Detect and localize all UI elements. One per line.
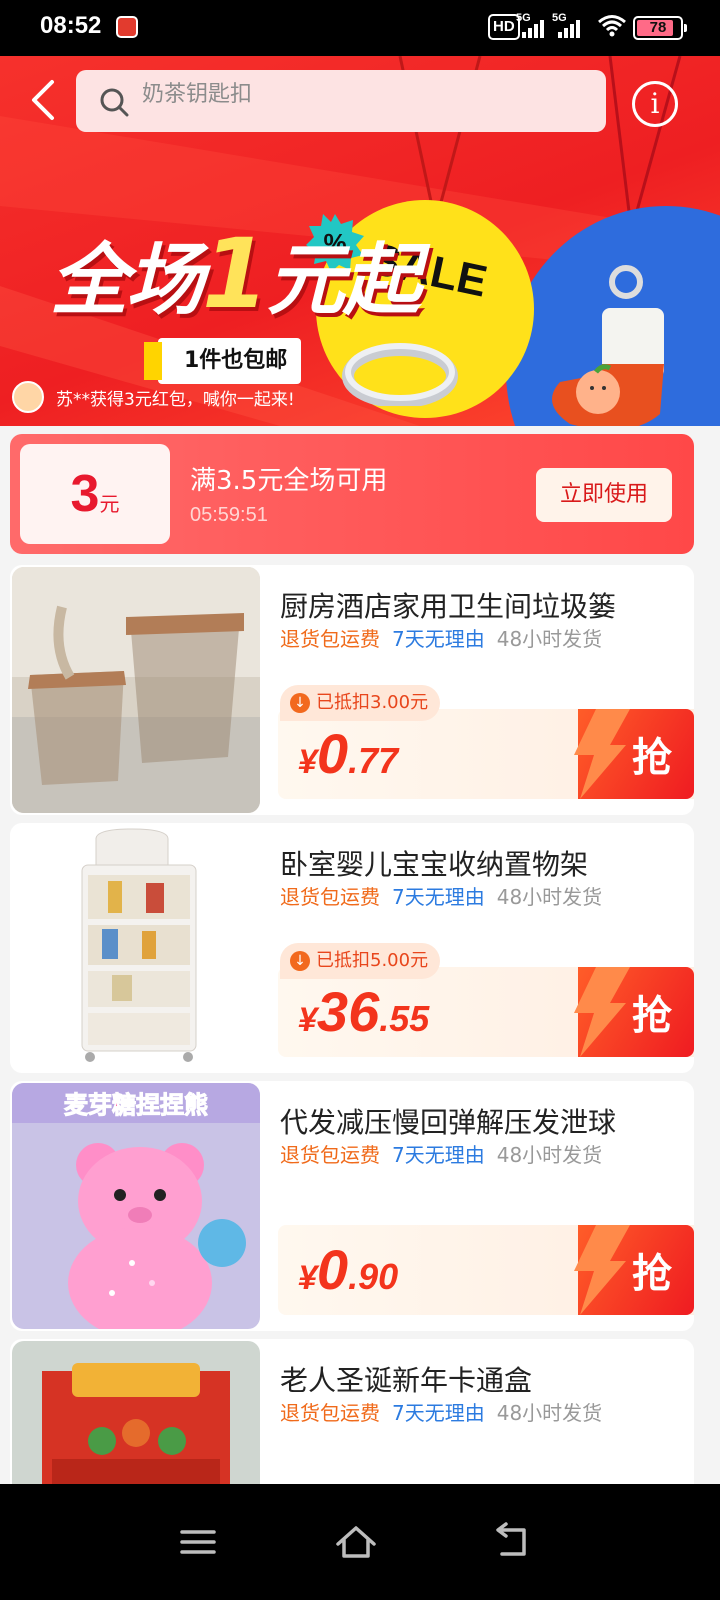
battery-icon: 78 [633, 16, 687, 40]
product-image-storage-rack[interactable] [12, 825, 260, 1071]
price-bar: ¥0.77 抢 [278, 709, 694, 799]
product-title: 代发减压慢回弹解压发泄球 [280, 1106, 617, 1139]
search-icon [100, 88, 129, 117]
lightning-icon [574, 1225, 630, 1315]
status-time: 08:52 [40, 12, 102, 39]
price-currency: ¥ [298, 743, 317, 781]
hd-voice-icon: HD [488, 14, 520, 40]
product-card[interactable]: 厨房酒店家用卫生间垃圾篓 退货包运费 7天无理由 48小时发货 ¥0.77 抢 … [10, 565, 694, 815]
product-card[interactable]: 老人圣诞新年卡通盒 退货包运费 7天无理由 48小时发货 [10, 1339, 694, 1484]
coupon-unit: 元 [99, 492, 120, 516]
back-icon[interactable] [490, 1520, 534, 1564]
info-icon[interactable]: i [632, 81, 678, 127]
coupon-value: 3元 [20, 444, 170, 544]
banner-headline: 全场1元起 [50, 218, 421, 330]
deduction-text: 已抵扣3.00元 [316, 692, 429, 713]
product-title: 厨房酒店家用卫生间垃圾篓 [280, 590, 617, 623]
price-currency: ¥ [298, 1259, 317, 1297]
coupon-amount: 3 [70, 465, 100, 523]
grab-button-label: 抢 [632, 993, 672, 1039]
battery-level: 78 [649, 19, 667, 36]
product-price: ¥0.90 [298, 1237, 398, 1302]
price-bar: ¥36.55 抢 [278, 967, 694, 1057]
notice-text: 苏**获得3元红包，喊你一起来! [56, 389, 295, 410]
price-bar: ¥0.90 抢 [278, 1225, 694, 1315]
lightning-icon [574, 967, 630, 1057]
tag-ship-48h: 48小时发货 [496, 627, 603, 651]
signal-2-label: 5G [552, 12, 567, 24]
recent-apps-icon[interactable] [176, 1520, 220, 1564]
service-tags: 退货包运费 7天无理由 48小时发货 [280, 623, 602, 652]
tag-return-shipping: 退货包运费 [280, 1143, 380, 1167]
price-decimal: .55 [379, 998, 430, 1039]
signal-2-icon: 5G [552, 12, 586, 40]
product-title: 卧室婴儿宝宝收纳置物架 [280, 848, 589, 881]
price-decimal: .77 [348, 740, 399, 781]
product-title: 老人圣诞新年卡通盒 [280, 1364, 533, 1397]
headline-big-number: 1 [202, 218, 269, 330]
tag-seven-days: 7天无理由 [392, 1143, 485, 1167]
price-integer: 0 [316, 1238, 349, 1301]
product-image-trash-bins[interactable] [12, 567, 260, 813]
signal-1-label: 5G [516, 12, 531, 24]
coupon-card[interactable]: 3元 满3.5元全场可用 05:59:51 立即使用 [10, 434, 694, 554]
product-image-gift-box[interactable] [12, 1341, 260, 1484]
notification-app-icon [116, 16, 138, 38]
home-icon[interactable] [334, 1520, 378, 1564]
tag-seven-days: 7天无理由 [392, 1401, 485, 1425]
product-price: ¥0.77 [298, 721, 398, 786]
product-card[interactable]: 麦芽糖捏捏熊 代发减压慢回弹解压发泄球 退货包运费 7天无理由 48小时发货 ¥… [10, 1081, 694, 1331]
hero-banner[interactable]: % SALE 全场1元起 1件也包邮 苏**获得3元红包，喊你一起来! 奶茶钥匙… [0, 56, 720, 426]
system-navigation-bar [0, 1484, 720, 1600]
service-tags: 退货包运费 7天无理由 48小时发货 [280, 881, 602, 910]
coupon-condition: 满3.5元全场可用 [190, 466, 388, 496]
arrow-down-icon: ↓ [290, 693, 310, 713]
tag-seven-days: 7天无理由 [392, 885, 485, 909]
grab-button[interactable]: 抢 [574, 1225, 694, 1315]
price-integer: 0 [316, 722, 349, 785]
arrow-down-icon: ↓ [290, 951, 310, 971]
tag-seven-days: 7天无理由 [392, 627, 485, 651]
status-bar: 08:52 HD 5G 5G 78 [0, 0, 720, 56]
sock-product-image [552, 265, 664, 426]
tag-ship-48h: 48小时发货 [496, 1401, 603, 1425]
notice-avatar [12, 381, 44, 413]
tag-return-shipping: 退货包运费 [280, 1401, 380, 1425]
headline-part1: 全场 [50, 236, 204, 326]
tag-return-shipping: 退货包运费 [280, 885, 380, 909]
ring-product-image [342, 343, 458, 406]
price-currency: ¥ [298, 1001, 317, 1039]
lightning-icon [574, 709, 630, 799]
service-tags: 退货包运费 7天无理由 48小时发货 [280, 1139, 602, 1168]
tag-ship-48h: 48小时发货 [496, 885, 603, 909]
headline-part2: 元起 [266, 236, 421, 326]
grab-button[interactable]: 抢 [574, 967, 694, 1057]
grab-button-label: 抢 [632, 1251, 672, 1297]
product-image-squishy-bear[interactable]: 麦芽糖捏捏熊 [12, 1083, 260, 1329]
product-card[interactable]: 卧室婴儿宝宝收纳置物架 退货包运费 7天无理由 48小时发货 ¥36.55 抢 … [10, 823, 694, 1073]
image-caption: 麦芽糖捏捏熊 [64, 1091, 208, 1119]
wifi-icon [598, 15, 626, 37]
price-decimal: .90 [348, 1256, 399, 1297]
back-arrow-icon[interactable] [22, 76, 66, 124]
coupon-countdown: 05:59:51 [190, 504, 268, 526]
product-price: ¥36.55 [298, 979, 429, 1044]
deduction-badge: ↓ 已抵扣5.00元 [280, 943, 441, 979]
grab-button-label: 抢 [632, 735, 672, 781]
service-tags: 退货包运费 7天无理由 48小时发货 [280, 1397, 602, 1426]
reward-notice: 苏**获得3元红包，喊你一起来! [12, 378, 295, 416]
deduction-text: 已抵扣5.00元 [316, 950, 429, 971]
search-placeholder: 奶茶钥匙扣 [142, 82, 253, 107]
search-input[interactable]: 奶茶钥匙扣 [76, 70, 606, 132]
use-coupon-button[interactable]: 立即使用 [536, 468, 672, 522]
price-integer: 36 [316, 980, 380, 1043]
signal-1-icon: 5G [516, 12, 550, 40]
tag-return-shipping: 退货包运费 [280, 627, 380, 651]
grab-button[interactable]: 抢 [574, 709, 694, 799]
deduction-badge: ↓ 已抵扣3.00元 [280, 685, 441, 721]
tag-ship-48h: 48小时发货 [496, 1143, 603, 1167]
